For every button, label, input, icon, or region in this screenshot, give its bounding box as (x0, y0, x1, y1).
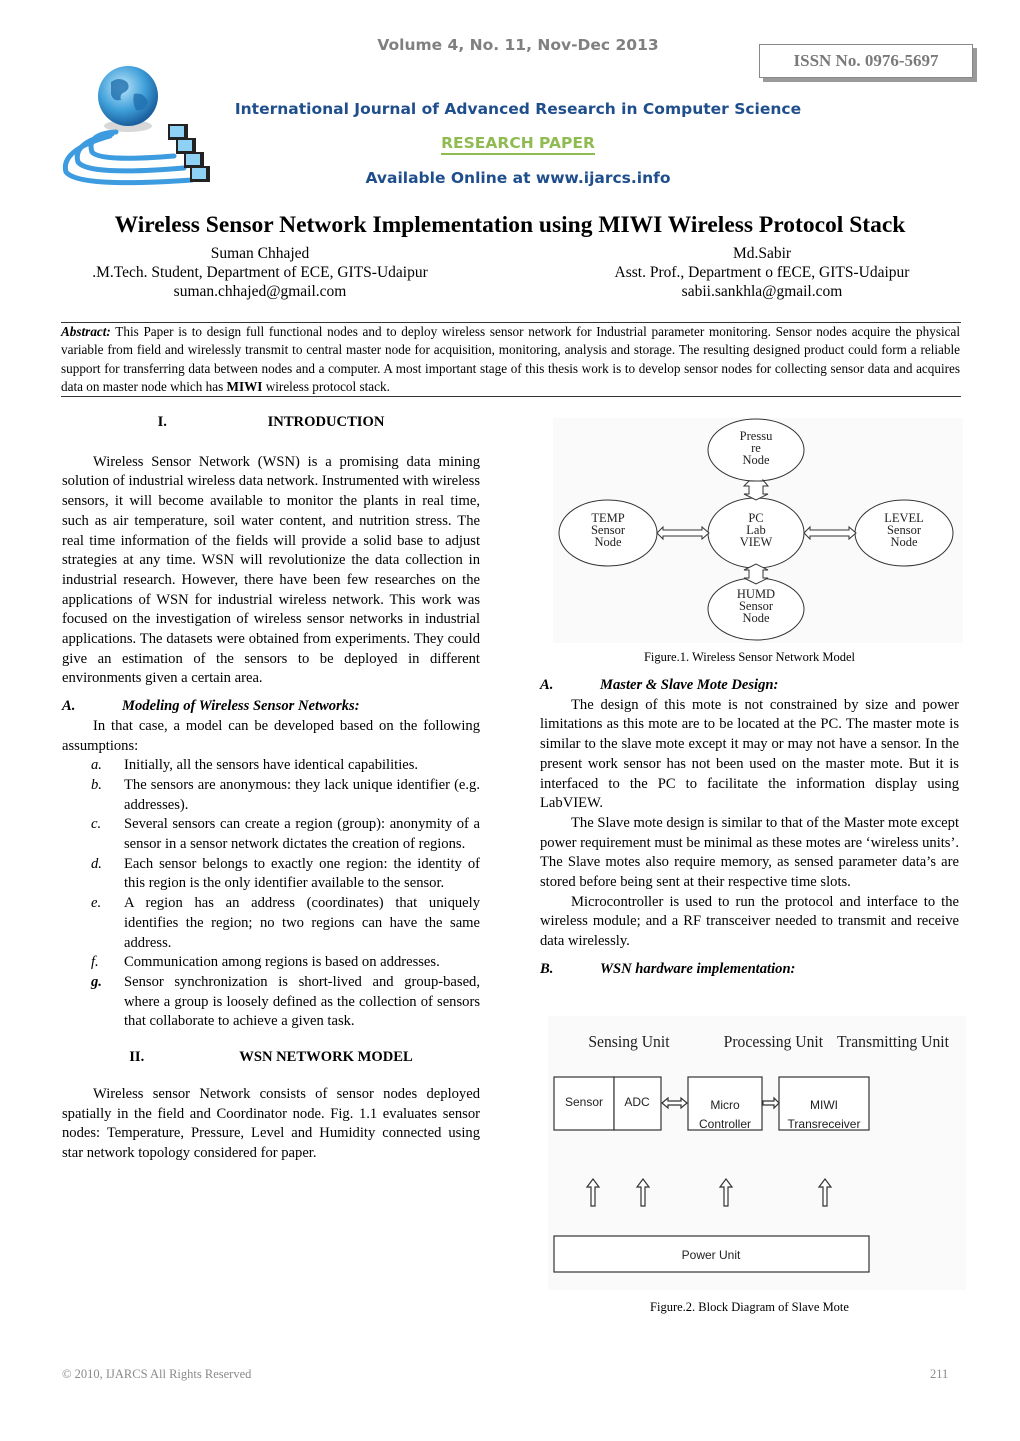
list-marker: d. (91, 855, 102, 872)
author-affiliation: Asst. Prof., Department o fECE, GITS-Uda… (614, 264, 910, 281)
node-label: Node (742, 453, 770, 467)
block-label: Sensor (565, 1095, 603, 1109)
list-item-text: Each sensor belongs to exactly one regio… (124, 855, 480, 892)
author-2: Md.Sabir Asst. Prof., Department o fECE,… (562, 244, 962, 301)
journal-volume: Volume 4, No. 11, Nov-Dec 2013 (377, 36, 659, 54)
node-label: VIEW (740, 535, 773, 549)
left-column: I. INTRODUCTION Wireless Sensor Network (… (62, 413, 480, 1164)
list-marker: c. (91, 816, 102, 833)
unit-label-sensing: Sensing Unit (588, 1031, 670, 1051)
node-label: Node (594, 535, 622, 549)
subsection-number: A. (540, 677, 554, 693)
node-label: Node (890, 535, 918, 549)
paper-title: Wireless Sensor Network Implementation u… (114, 212, 906, 238)
subsection-heading-master-slave: A. Master & Slave Mote Design: (540, 676, 959, 696)
author-name: Suman Chhajed (210, 245, 310, 262)
subsection-number: A. (62, 698, 76, 715)
abstract-text: This Paper is to design full functional … (61, 324, 960, 394)
paper-type-label: RESEARCH PAPER (441, 134, 595, 155)
master-slave-paragraph-2: The Slave mote design is similar to that… (540, 814, 959, 891)
list-marker: g. (91, 973, 102, 990)
network-model-paragraph: Wireless sensor Network consists of sens… (62, 1085, 480, 1161)
modeling-intro: In that case, a model can be developed b… (62, 717, 480, 754)
footer-copyright: © 2010, IJARCS All Rights Reserved (62, 1367, 252, 1381)
block-label: Controller (699, 1117, 751, 1131)
assumptions-list: a. Initially, all the sensors have identi… (62, 756, 480, 1032)
block-label: Power Unit (682, 1248, 741, 1262)
list-item: a. Initially, all the sensors have identi… (62, 756, 480, 776)
author-email[interactable]: suman.chhajed@gmail.com (60, 282, 460, 301)
author-email[interactable]: sabii.sankhla@gmail.com (562, 282, 962, 301)
right-column: A. Master & Slave Mote Design: The design… (540, 676, 959, 980)
author-name: Md.Sabir (732, 245, 792, 262)
list-item-text: A region has an address (coordinates) th… (124, 895, 480, 951)
section-heading-network-model: II. WSN NETWORK MODEL (62, 1048, 480, 1068)
figure-2-caption: Figure.2. Block Diagram of Slave Mote (650, 1300, 849, 1314)
subsection-number: B. (540, 960, 554, 977)
abstract-bold-term: MIWI (226, 378, 263, 394)
list-item-text: Sensor synchronization is short-lived an… (124, 973, 480, 1030)
list-item: d. Each sensor belongs to exactly one reg… (62, 855, 480, 894)
node-label: Node (742, 611, 770, 625)
list-item: g. Sensor synchronization is short-lived … (62, 973, 480, 1032)
list-item: b. The sensors are anonymous: they lack u… (62, 776, 480, 815)
figure-2-slave-mote-block-diagram: Sensing Unit Processing Unit Transmittin… (548, 1016, 966, 1290)
block-label: MIWI (810, 1098, 838, 1112)
list-marker: b. (91, 776, 102, 793)
block-label: Transreceiver (788, 1117, 861, 1131)
arrow-micro-miwi (762, 1096, 780, 1110)
list-item: e. A region has an address (coordinates) … (62, 894, 480, 953)
abstract: Abstract: This Paper is to design full f… (61, 323, 960, 396)
paper-type: RESEARCH PAPER (0, 134, 1020, 155)
arrow-left (656, 525, 710, 541)
unit-label-transmitting: Transmitting Unit (837, 1031, 949, 1051)
figure-1-caption: Figure.1. Wireless Sensor Network Model (643, 650, 856, 664)
section-heading-introduction: I. INTRODUCTION (62, 413, 480, 433)
arrow-right (803, 525, 857, 541)
journal-name: International Journal of Advanced Resear… (234, 100, 802, 118)
page-number: 211 (930, 1367, 949, 1381)
list-marker: e. (91, 895, 102, 912)
unit-label-processing: Processing Unit (724, 1031, 824, 1051)
journal-website[interactable]: Available Online at www.ijarcs.info (0, 169, 1020, 187)
author-1: Suman Chhajed .M.Tech. Student, Departme… (60, 244, 460, 301)
master-slave-paragraph-3: Microcontroller is used to run the proto… (540, 893, 959, 950)
power-arrow (817, 1178, 833, 1207)
list-item-text: Initially, all the sensors have identica… (124, 757, 419, 774)
power-arrow (718, 1178, 734, 1207)
abstract-text-end: wireless protocol stack. (262, 378, 390, 394)
list-item-text: The sensors are anonymous: they lack uni… (124, 776, 480, 813)
section-title: WSN NETWORK MODEL (239, 1049, 413, 1066)
power-arrow (585, 1178, 601, 1207)
figure-1-network-model: Pressu re Node PC Lab VIEW TEMP Sensor N… (553, 418, 963, 643)
arrow-top (742, 478, 770, 501)
block-label: ADC (624, 1095, 650, 1109)
arrow-adc-micro (661, 1096, 688, 1110)
section-title: INTRODUCTION (267, 414, 385, 430)
abstract-bottom-divider (61, 396, 961, 397)
list-item-text: Communication among regions is based on … (124, 954, 440, 971)
author-affiliation: .M.Tech. Student, Department of ECE, GIT… (92, 264, 428, 281)
list-marker: f. (91, 954, 99, 971)
subsection-title: Modeling of Wireless Sensor Networks: (122, 698, 360, 715)
block-label: Micro (710, 1098, 740, 1112)
subsection-title: WSN hardware implementation: (600, 960, 796, 977)
list-item: c. Several sensors can create a region (g… (62, 815, 480, 854)
subsection-title: Master & Slave Mote Design: (600, 677, 779, 693)
section-number: II. (129, 1049, 145, 1066)
list-marker: a. (91, 757, 102, 774)
subsection-heading-modeling: A. Modeling of Wireless Sensor Networks: (62, 697, 480, 717)
master-slave-paragraph-1: The design of this mote is not constrain… (540, 696, 959, 812)
list-item: f. Communication among regions is based o… (62, 953, 480, 973)
list-item-text: Several sensors can create a region (gro… (124, 816, 480, 853)
abstract-label: Abstract: (61, 324, 111, 339)
subsection-heading-hardware: B. WSN hardware implementation: (540, 960, 959, 980)
section-number: I. (157, 414, 167, 430)
introduction-paragraph: Wireless Sensor Network (WSN) is a promi… (62, 453, 480, 687)
power-arrow (635, 1178, 651, 1207)
